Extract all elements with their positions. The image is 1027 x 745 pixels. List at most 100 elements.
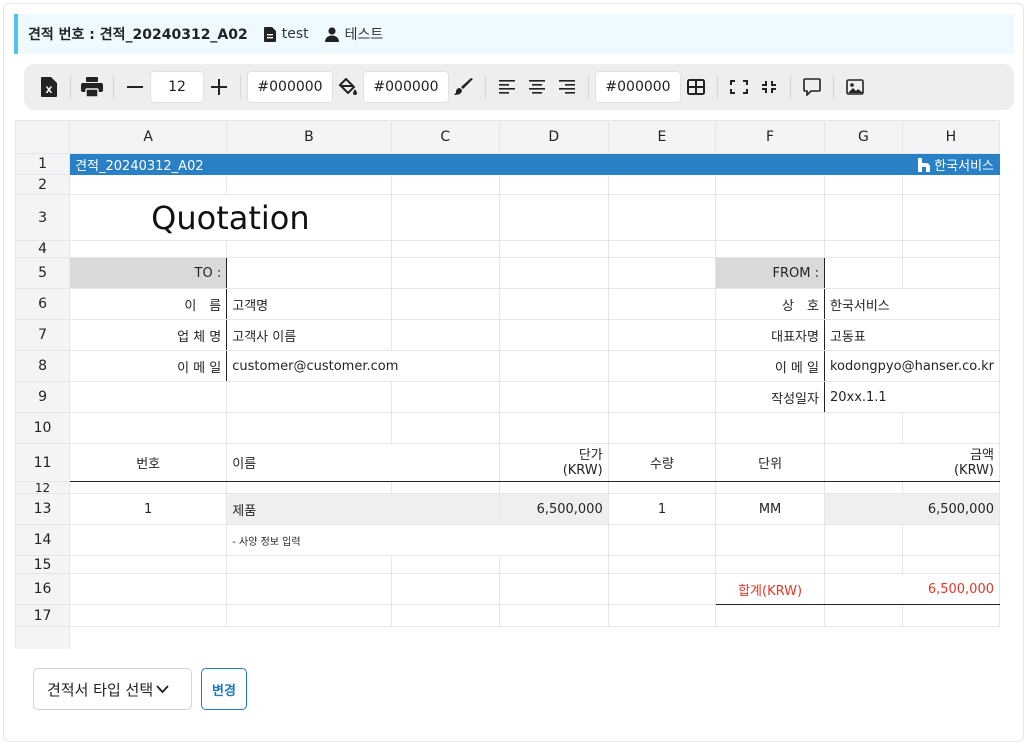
- cell[interactable]: [901, 174, 1001, 195]
- cell[interactable]: [226, 555, 392, 574]
- cell[interactable]: [823, 257, 903, 289]
- cell[interactable]: [390, 288, 500, 320]
- cell[interactable]: [226, 604, 392, 627]
- cell[interactable]: [901, 524, 1001, 556]
- cell[interactable]: [390, 573, 500, 605]
- cell[interactable]: [715, 604, 825, 627]
- font-size-decrease-button[interactable]: [120, 72, 150, 102]
- cell[interactable]: [498, 174, 609, 195]
- cell[interactable]: [715, 240, 825, 258]
- column-header[interactable]: H: [901, 120, 1001, 154]
- cell[interactable]: [607, 319, 717, 351]
- align-center-icon[interactable]: [522, 72, 552, 102]
- to-label-cell[interactable]: TO :: [69, 257, 228, 289]
- print-icon[interactable]: [77, 72, 107, 102]
- header-unit-cell[interactable]: 단위: [715, 443, 825, 482]
- row-header[interactable]: 8: [14, 350, 71, 382]
- from-company-label-cell[interactable]: 상 호: [715, 288, 825, 320]
- cell[interactable]: [823, 174, 903, 195]
- cell[interactable]: [901, 240, 1001, 258]
- cell[interactable]: [498, 573, 609, 605]
- item-unit-price-cell[interactable]: 6,500,000: [498, 493, 609, 525]
- cell[interactable]: [498, 604, 609, 627]
- total-label-cell[interactable]: 합계(KRW): [715, 573, 825, 605]
- cell[interactable]: [823, 524, 903, 556]
- header-no-cell[interactable]: 번호: [69, 443, 228, 482]
- cell[interactable]: [607, 381, 717, 413]
- text-color-input[interactable]: #000000: [247, 71, 333, 103]
- from-email-value-cell[interactable]: kodongpyo@hanser.co.kr: [823, 350, 1001, 382]
- banner-title-cell[interactable]: 견적_20240312_A02: [69, 153, 825, 175]
- image-icon[interactable]: [840, 72, 870, 102]
- item-name-cell[interactable]: 제품: [226, 493, 500, 525]
- row-header[interactable]: 14: [14, 524, 71, 556]
- cell[interactable]: [901, 555, 1001, 574]
- row-header[interactable]: 1: [14, 153, 71, 175]
- cell[interactable]: [69, 524, 228, 556]
- cell[interactable]: [715, 481, 825, 494]
- change-button[interactable]: 변경: [201, 668, 247, 710]
- total-value-cell[interactable]: 6,500,000: [823, 573, 1001, 605]
- cell[interactable]: [823, 412, 903, 444]
- cell[interactable]: [607, 288, 717, 320]
- cell[interactable]: [498, 412, 609, 444]
- cell[interactable]: [498, 240, 609, 258]
- cell[interactable]: [390, 257, 500, 289]
- cell[interactable]: [69, 555, 228, 574]
- border-grid-icon[interactable]: [681, 72, 711, 102]
- cell[interactable]: [607, 573, 717, 605]
- cell[interactable]: [715, 524, 825, 556]
- cell[interactable]: [823, 555, 903, 574]
- cell[interactable]: [69, 381, 228, 413]
- cell[interactable]: [901, 194, 1001, 241]
- cell[interactable]: [390, 604, 500, 627]
- header-name-cell[interactable]: 이름: [226, 443, 500, 482]
- column-header[interactable]: D: [498, 120, 609, 154]
- merge-cells-icon[interactable]: [724, 72, 754, 102]
- cell[interactable]: [607, 481, 717, 494]
- cell[interactable]: [715, 194, 825, 241]
- border-color-input[interactable]: #000000: [595, 71, 681, 103]
- to-company-value-cell[interactable]: 고객사 이름: [226, 319, 392, 351]
- cell[interactable]: [607, 412, 717, 444]
- cell[interactable]: [498, 288, 609, 320]
- row-header[interactable]: 3: [14, 194, 71, 241]
- row-header[interactable]: 7: [14, 319, 71, 351]
- row-header[interactable]: 12: [14, 481, 71, 494]
- brush-icon[interactable]: [449, 72, 479, 102]
- to-company-label-cell[interactable]: 업 체 명: [69, 319, 228, 351]
- cell[interactable]: [823, 194, 903, 241]
- row-header[interactable]: 15: [14, 555, 71, 574]
- cell[interactable]: [226, 573, 392, 605]
- cell[interactable]: [607, 240, 717, 258]
- header-unit-price-cell[interactable]: 단가 (KRW): [498, 443, 609, 482]
- from-email-label-cell[interactable]: 이 메 일: [715, 350, 825, 382]
- cell[interactable]: [901, 481, 1001, 494]
- from-ceo-label-cell[interactable]: 대표자명: [715, 319, 825, 351]
- banner-logo-cell[interactable]: 한국서비스: [823, 153, 1001, 175]
- excel-export-icon[interactable]: X: [34, 72, 64, 102]
- cell[interactable]: [607, 524, 717, 556]
- cell[interactable]: [823, 481, 903, 494]
- to-name-label-cell[interactable]: 이 름: [69, 288, 228, 320]
- cell[interactable]: [901, 257, 1001, 289]
- row-header[interactable]: 9: [14, 381, 71, 413]
- cell[interactable]: [498, 381, 609, 413]
- align-right-icon[interactable]: [552, 72, 582, 102]
- item-qty-cell[interactable]: 1: [607, 493, 717, 525]
- row-header[interactable]: 5: [14, 257, 71, 289]
- cell[interactable]: [226, 240, 392, 258]
- cell[interactable]: [69, 604, 228, 627]
- cell[interactable]: [498, 319, 609, 351]
- cell[interactable]: [607, 257, 717, 289]
- row-header[interactable]: 13: [14, 493, 71, 525]
- cell[interactable]: [498, 257, 609, 289]
- cell[interactable]: [498, 194, 609, 241]
- quotation-type-select[interactable]: 견적서 타입 선택: [33, 668, 192, 710]
- row-header[interactable]: 16: [14, 573, 71, 605]
- from-company-value-cell[interactable]: 한국서비스: [823, 288, 1001, 320]
- column-header[interactable]: A: [69, 120, 228, 154]
- cell[interactable]: [607, 555, 717, 574]
- cell[interactable]: [390, 319, 500, 351]
- header-amount-cell[interactable]: 금액 (KRW): [823, 443, 1001, 482]
